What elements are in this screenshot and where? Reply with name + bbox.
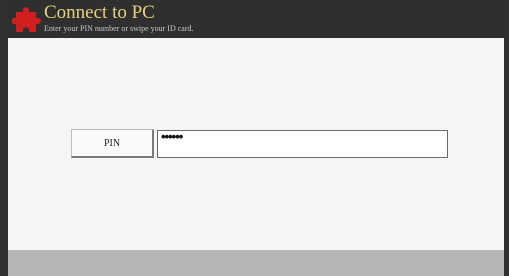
- login-panel: PIN ••••••: [8, 38, 504, 250]
- connect-to-pc-screen: Connect to PC Enter your PIN number or s…: [0, 0, 509, 276]
- pin-input[interactable]: ••••••: [157, 130, 448, 158]
- footer-bar: [8, 250, 504, 276]
- red-puzzle-icon: [12, 7, 41, 32]
- header-bar: Connect to PC Enter your PIN number or s…: [6, 0, 506, 38]
- page-title: Connect to PC: [44, 2, 155, 23]
- pin-button[interactable]: PIN: [71, 129, 154, 158]
- page-subtitle: Enter your PIN number or swipe your ID c…: [44, 24, 194, 33]
